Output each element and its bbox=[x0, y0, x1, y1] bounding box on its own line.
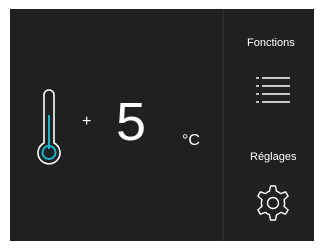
functions-label: Fonctions bbox=[247, 37, 295, 49]
control-panel: + 5 °C Fonctions Réglages bbox=[10, 9, 314, 241]
functions-button[interactable] bbox=[253, 74, 293, 106]
temperature-value: 5 bbox=[116, 92, 147, 152]
temperature-unit: °C bbox=[182, 132, 200, 149]
settings-button[interactable] bbox=[253, 183, 293, 223]
thermometer-icon bbox=[36, 85, 62, 169]
temperature-sign: + bbox=[82, 113, 92, 130]
settings-label: Réglages bbox=[250, 151, 297, 163]
gear-icon bbox=[257, 185, 289, 221]
menu-icon bbox=[256, 77, 290, 103]
panel-divider bbox=[222, 9, 224, 241]
